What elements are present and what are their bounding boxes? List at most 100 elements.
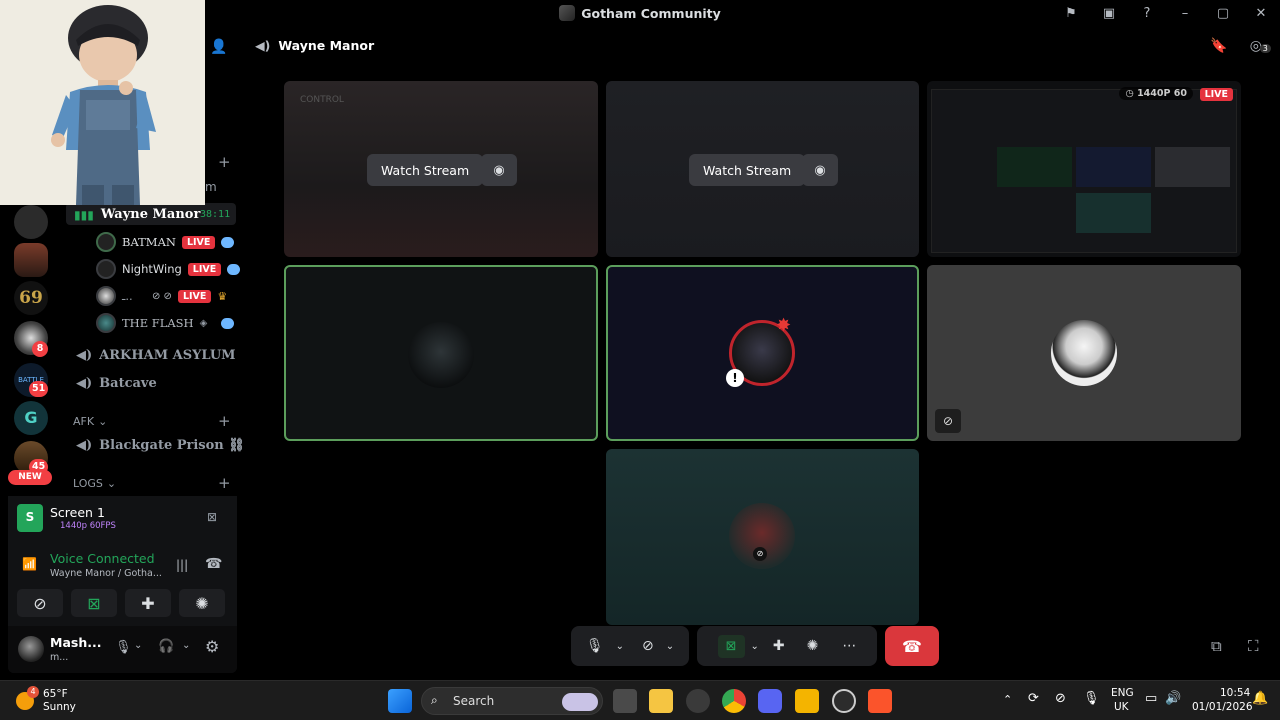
steam-icon[interactable] [832, 689, 856, 713]
avatar [96, 232, 116, 252]
camera-off-button[interactable]: ⊘ [17, 589, 63, 617]
gear-icon[interactable]: ⚙ [205, 637, 219, 656]
popout-icon[interactable]: ⧉ [1211, 637, 1222, 655]
chevron-down-icon[interactable]: ⌄ [666, 641, 674, 652]
more-button[interactable]: ⋯ [842, 638, 856, 654]
activities-button[interactable]: ✚ [773, 638, 785, 654]
category-label: AFK [73, 415, 95, 428]
chevron-down-icon[interactable]: ⌄ [751, 641, 759, 652]
app-icon[interactable] [686, 689, 710, 713]
flag-icon[interactable]: ⚑ [1052, 6, 1090, 21]
category-logs[interactable]: LOGS ⌄ [73, 477, 116, 490]
new-badge[interactable]: NEW [8, 470, 52, 485]
voice-user-batman[interactable]: BATMAN LIVE [96, 232, 235, 252]
user-status: m... [50, 652, 69, 663]
file-explorer-icon[interactable] [649, 689, 673, 713]
voice-location[interactable]: Wayne Manor / Gotha... [50, 568, 162, 579]
avatar[interactable] [18, 636, 44, 662]
clock-time[interactable]: 10:54 [1220, 687, 1250, 699]
chevron-down-icon: ⌄ [98, 415, 108, 428]
add-friend-icon[interactable]: 👤 [210, 39, 227, 55]
disconnect-icon[interactable]: ☎ [205, 556, 222, 572]
start-button[interactable] [388, 689, 412, 713]
chat-icon [221, 317, 235, 329]
add-channel-icon[interactable]: + [218, 153, 231, 171]
fullscreen-icon[interactable]: ⛶ [1248, 637, 1259, 655]
language[interactable]: ENG [1111, 687, 1134, 699]
brave-icon[interactable] [868, 689, 892, 713]
soundboard-icon[interactable]: ||| [176, 558, 188, 572]
chrome-icon[interactable] [722, 689, 746, 713]
headphones-icon[interactable]: 🎧 [158, 639, 174, 654]
microphone-icon[interactable]: 🎙 [1083, 691, 1100, 706]
help-icon[interactable]: ? [1128, 6, 1166, 21]
category-afk[interactable]: AFK ⌄ [73, 415, 107, 428]
watch-stream-button[interactable]: Watch Stream [689, 154, 806, 186]
screen-share-button[interactable]: ⊠ [717, 634, 745, 658]
add-channel-icon[interactable]: + [218, 474, 231, 492]
close-button[interactable]: ✕ [1242, 6, 1280, 21]
voice-user-the-flash[interactable]: THE FLASH ◈ [96, 313, 235, 333]
server-icon-1[interactable] [14, 205, 48, 239]
microphone-icon[interactable]: 🎙 [115, 640, 132, 655]
watch-stream-options[interactable]: ◉ [481, 154, 517, 186]
channel-arkham-asylum[interactable]: ◀) ARKHAM ASYLUM [76, 348, 236, 363]
participant-tile-3[interactable]: ⊘ [927, 265, 1241, 441]
activities-button[interactable]: ✚ [125, 589, 171, 617]
participant-tile-batman[interactable] [284, 265, 598, 441]
stream-tile-3-live[interactable]: ◷ 1440P 60 LIVE [927, 81, 1241, 257]
voice-connected-status[interactable]: Voice Connected [50, 551, 155, 566]
inbox-icon[interactable]: ◎ 3 [1250, 38, 1271, 54]
taskbar-search[interactable]: ⌕ Search [421, 687, 603, 715]
user-name[interactable]: Mash... [50, 635, 101, 650]
server-icon-2[interactable] [14, 243, 48, 277]
channel-name: Batcave [99, 376, 157, 391]
screen-title: Screen 1 [50, 505, 105, 520]
watch-stream-options[interactable]: ◉ [802, 154, 838, 186]
camera-off-button[interactable]: ⊘ [642, 638, 654, 654]
server-icon-69[interactable]: 69 [14, 281, 48, 315]
add-channel-icon[interactable]: + [218, 412, 231, 430]
channel-batcave[interactable]: ◀) Batcave [76, 376, 157, 391]
clock-date[interactable]: 01/01/2026 [1192, 701, 1253, 713]
task-view-icon[interactable] [613, 689, 637, 713]
region[interactable]: UK [1114, 701, 1129, 713]
crown-icon: ♛ [217, 289, 228, 303]
stream-preview-tile [1155, 147, 1230, 187]
chevron-down-icon[interactable]: ⌄ [182, 640, 190, 651]
disconnect-button[interactable]: ☎ [885, 626, 939, 666]
voice-user-nightwing[interactable]: NightWing LIVE [96, 259, 241, 279]
minimize-button[interactable]: – [1166, 6, 1204, 21]
channel-wayne-manor[interactable]: ▮▮▮ Wayne Manor [74, 207, 200, 222]
chevron-down-icon[interactable]: ⌄ [616, 641, 624, 652]
display-icon[interactable]: ▭ [1145, 691, 1157, 706]
avatar [408, 322, 474, 388]
user-name: BATMAN [122, 235, 176, 249]
watch-stream-button[interactable]: Watch Stream [367, 154, 484, 186]
soundboard-button[interactable]: ✺ [807, 638, 819, 654]
soundboard-button[interactable]: ✺ [179, 589, 225, 617]
screen-share-button[interactable]: ⊠ [71, 589, 117, 617]
bookmark-icon[interactable]: 🔖 [1210, 38, 1227, 54]
chevron-down-icon[interactable]: ⌄ [134, 640, 142, 651]
sync-icon[interactable]: ⟳ [1028, 691, 1039, 706]
microphone-button[interactable]: 🎙 [586, 638, 604, 654]
speaker-icon: ◀) [76, 438, 93, 453]
channel-blackgate-prison[interactable]: ◀) Blackgate Prison ⛓ [76, 438, 245, 453]
weather-widget[interactable]: 4 65°F Sunny [16, 686, 96, 716]
network-off-icon[interactable]: ⊘ [1055, 691, 1066, 706]
chevron-up-icon[interactable]: ⌃ [1003, 693, 1012, 706]
notification-icon[interactable]: 🔔 [1252, 691, 1268, 706]
inbox-icon[interactable]: ▣ [1090, 6, 1128, 21]
participant-tile-flash[interactable]: ⊘ [606, 449, 919, 625]
voice-user-3[interactable]: ـ.. ⊘ ⊘ LIVE ♛ [96, 286, 227, 306]
category-label: LOGS [73, 477, 103, 490]
volume-icon[interactable]: 🔊 [1165, 691, 1181, 706]
picture-in-picture-overlay[interactable] [0, 0, 205, 205]
discord-icon[interactable] [758, 689, 782, 713]
stop-stream-icon[interactable]: ⊠ [207, 510, 217, 524]
participant-tile-nightwing[interactable]: ✸ ! [606, 265, 919, 441]
server-icon-6[interactable]: G [14, 401, 48, 435]
app-icon[interactable] [795, 689, 819, 713]
maximize-button[interactable]: ▢ [1204, 6, 1242, 21]
